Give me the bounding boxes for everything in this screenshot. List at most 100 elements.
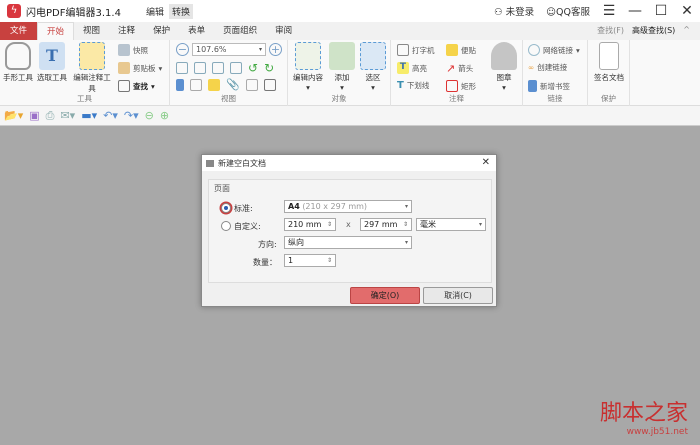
typewriter-button[interactable]: 打字机 [397, 44, 435, 56]
support-label: QQ客服 [556, 7, 590, 18]
count-spinner[interactable]: 1 ⇕ [284, 254, 336, 267]
dialog-titlebar: 新建空白文档 [202, 155, 496, 171]
sign-document-button[interactable]: 签名文档 [591, 42, 627, 83]
pages-icon[interactable] [190, 78, 202, 91]
stamp-icon [491, 42, 517, 70]
undo-icon[interactable]: ↶▾ [103, 109, 118, 122]
tab-review[interactable]: 审阅 [266, 22, 301, 40]
tab-file[interactable]: 文件 [0, 22, 38, 40]
fit-visible-icon[interactable] [230, 62, 242, 74]
new-blank-document-dialog: 新建空白文档 ✕ 页面 标准: A4 (210 x 297 mm) ▾ 自定义: … [201, 154, 497, 307]
close-button[interactable]: ✕ [680, 3, 694, 19]
select-area-label: 选区 [365, 73, 381, 82]
watermark-text: 脚本之家 [599, 401, 688, 426]
zoom-in-button[interactable]: + [269, 43, 282, 56]
height-spinner[interactable]: 297 mm ⇕ [360, 218, 412, 231]
doc-settings-icon[interactable] [263, 78, 276, 91]
watermark: 脚本之家 www.jb51.net [600, 395, 688, 437]
support-button[interactable]: ☺QQ客服 [546, 4, 590, 18]
group-label-tools: 工具 [77, 94, 92, 103]
dialog-close-button[interactable]: ✕ [482, 157, 490, 168]
mode-convert[interactable]: 转换 [168, 3, 193, 19]
group-view: − 107.6% ▾ + ↺ ↻ 📎 视图 [170, 40, 288, 106]
find-dropdown[interactable]: 查找 ▾ [118, 80, 155, 92]
view-panel-buttons: 📎 [176, 78, 276, 91]
underline-icon: T [397, 80, 404, 91]
mode-edit[interactable]: 编辑 [143, 4, 167, 19]
open-icon[interactable]: 📂▾ [4, 109, 23, 122]
zoom-select[interactable]: 107.6% ▾ [192, 43, 266, 56]
comment-icon[interactable] [208, 78, 220, 91]
ribbon: 手形工具 T 选取工具 编辑注释工具 快照 剪贴板 ▾ 查找 ▾ 工具 − 107… [0, 40, 700, 106]
snapshot-button[interactable]: 快照 [118, 44, 148, 56]
advanced-find-button[interactable]: 高级查找(S) [632, 25, 675, 36]
tab-view[interactable]: 视图 [74, 22, 109, 40]
fit-width-icon[interactable] [212, 62, 224, 74]
attachment-icon[interactable]: 📎 [226, 78, 240, 91]
rotate-left-icon[interactable]: ↺ [248, 61, 258, 75]
add-bookmark-button[interactable]: 新增书签 [528, 80, 570, 92]
zoom-value: 107.6% [196, 45, 227, 54]
web-link-button[interactable]: 网络链接 ▾ [528, 44, 580, 56]
dialog-icon [206, 159, 214, 167]
sign-doc-icon [599, 42, 619, 70]
menu-icon[interactable]: ☰ [602, 3, 616, 19]
highlight-button[interactable]: T 高亮 [397, 62, 427, 74]
standard-radio[interactable] [221, 203, 231, 213]
rotate-right-icon[interactable]: ↻ [264, 61, 274, 75]
rectangle-button[interactable]: 矩形 [446, 80, 476, 92]
tab-page-organize[interactable]: 页面组织 [214, 22, 266, 40]
annotation-icon [79, 42, 105, 70]
fit-page-icon[interactable] [194, 62, 206, 74]
find-label: 查找 [133, 81, 148, 91]
group-label-object: 对象 [331, 94, 347, 103]
rect-label: 矩形 [461, 81, 476, 91]
cancel-button[interactable]: 取消(C) [423, 287, 493, 304]
rectangle-icon [446, 80, 458, 92]
collapse-ribbon-icon[interactable]: ^ [683, 25, 690, 36]
ok-button[interactable]: 确定(O) [350, 287, 420, 304]
minimize-button[interactable]: — [628, 3, 642, 19]
redo-icon[interactable]: ↷▾ [124, 109, 139, 122]
underline-button[interactable]: T 下划线 [397, 80, 429, 91]
width-spinner[interactable]: 210 mm ⇕ [284, 218, 336, 231]
tab-home[interactable]: 开始 [37, 22, 75, 40]
unit-select[interactable]: 毫米 ▾ [416, 218, 486, 231]
layers-icon[interactable] [245, 78, 258, 91]
orientation-select[interactable]: 纵向 ▾ [284, 236, 412, 249]
bookmark-icon[interactable] [176, 78, 184, 91]
tab-annotate[interactable]: 注释 [109, 22, 144, 40]
maximize-button[interactable]: ☐ [654, 3, 668, 19]
edit-content-button[interactable]: 编辑内容 ▾ [290, 42, 326, 92]
note-label: 便贴 [461, 45, 476, 55]
edit-annotation-tool-button[interactable]: 编辑注释工具 [70, 42, 114, 94]
tab-form[interactable]: 表单 [179, 22, 214, 40]
back-icon[interactable]: ⊖ [145, 109, 154, 122]
group-annotate: 打字机 便贴 T 高亮 ↗ 箭头 T 下划线 矩形 图章 ▾ 注释 [391, 40, 523, 106]
find-button[interactable]: 查找(F) [597, 25, 624, 36]
create-link-label: 创建链接 [537, 63, 568, 72]
scan-icon[interactable]: ▬▾ [81, 109, 97, 122]
select-label: 选取工具 [37, 73, 67, 82]
custom-radio[interactable] [221, 221, 231, 231]
hand-tool-button[interactable]: 手形工具 [2, 42, 34, 83]
email-icon[interactable]: ✉▾ [60, 109, 75, 122]
highlight-label: 高亮 [412, 63, 427, 73]
print-icon[interactable]: ⎙ [46, 109, 55, 123]
forward-icon[interactable]: ⊕ [160, 109, 169, 122]
group-label-annotate: 注释 [449, 94, 464, 103]
stamp-button[interactable]: 图章 ▾ [489, 42, 519, 92]
tab-protect[interactable]: 保护 [144, 22, 179, 40]
login-button[interactable]: ⚇ 未登录 [494, 4, 534, 18]
zoom-out-button[interactable]: − [176, 43, 189, 56]
standard-size-select[interactable]: A4 (210 x 297 mm) ▾ [284, 200, 412, 213]
single-page-icon[interactable] [176, 62, 188, 74]
note-button[interactable]: 便贴 [446, 44, 476, 56]
create-link-button[interactable]: ∞ 创建链接 [528, 62, 567, 73]
add-button[interactable]: 添加 ▾ [328, 42, 356, 92]
arrow-button[interactable]: ↗ 箭头 [446, 62, 473, 75]
select-tool-button[interactable]: T 选取工具 [36, 42, 68, 83]
save-icon[interactable]: ▣ [29, 109, 39, 122]
clipboard-button[interactable]: 剪贴板 ▾ [118, 62, 162, 74]
select-area-button[interactable]: 选区 ▾ [358, 42, 388, 92]
